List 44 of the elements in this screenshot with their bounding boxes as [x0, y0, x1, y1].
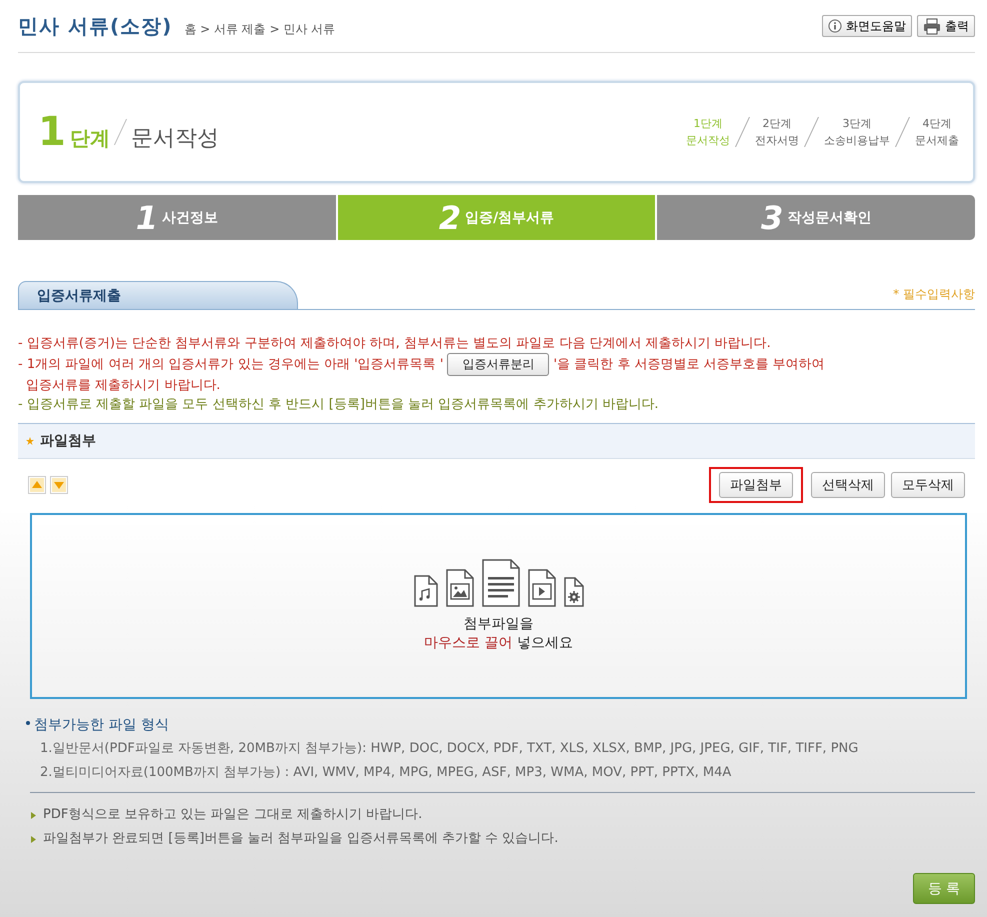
star-icon [26, 437, 34, 445]
move-down-icon [52, 478, 66, 492]
printer-icon [923, 18, 941, 34]
step-indicator: 4단계 문서제출 [915, 116, 959, 149]
arrow-icon [30, 834, 37, 844]
notice-text: - 입증서류로 제출할 파일을 모두 선택하신 후 반드시 [등록]버튼을 눌러 입증서류목록에 추가하시기 바랍니다. [18, 396, 660, 414]
bullet-icon [26, 721, 30, 725]
document-file-icon [482, 559, 520, 607]
delete-all-button[interactable]: 모두삭제 [891, 472, 965, 498]
attach-title: 파일첨부 [40, 432, 96, 450]
attach-file-button[interactable]: 파일첨부 [719, 472, 793, 498]
move-up-button[interactable] [28, 476, 46, 494]
arrow-icon [30, 810, 37, 820]
music-file-icon [414, 575, 438, 607]
move-up-icon [30, 478, 44, 492]
step-indicator: 3단계 소송비용납부 [824, 116, 890, 149]
step-indicator: 1단계 문서작성 [686, 116, 730, 149]
step-number: 1 [38, 109, 66, 155]
required-note: * 필수입력사항 [893, 286, 975, 303]
notice-text: 입증서류를 제출하시기 바랍니다. [25, 377, 220, 395]
move-down-button[interactable] [50, 476, 68, 494]
notice-text: - 1개의 파일에 여러 개의 입증서류가 있는 경우에는 아래 '입증서류목록 ' [18, 357, 444, 372]
note-text: 파일첨부가 완료되면 [등록]버튼을 눌러 첨부파일을 입증서류목록에 추가할 수 있습니다. [43, 830, 558, 848]
print-button[interactable]: 출력 [917, 15, 975, 37]
delete-selected-button[interactable]: 선택삭제 [811, 472, 885, 498]
step-name: 문서작성 [130, 125, 219, 153]
drop-zone[interactable]: 첨부파일을 마우스로 끌어 넣으세요 [30, 513, 967, 699]
formats-title: 첨부가능한 파일 형식 [34, 717, 169, 733]
page-title: 민사 서류(소장) [18, 12, 172, 40]
breadcrumb: 홈 > 서류 제출 > 민사 서류 [184, 20, 336, 38]
format-line: 1.일반문서(PDF파일로 자동변환, 20MB까지 첨부가능): HWP, DOC, DOCX, PDF, TXT, XLS, XLSX, BMP, JPG, JPEG, GIF, TIF, TIFF, PNG [39, 740, 860, 758]
format-line: 2.멀티미디어자료(100MB까지 첨부가능) : AVI, WMV, MP4, MPG, MPEG, ASF, MP3, WMA, MOV, PPT, PPTX, M4A [39, 764, 732, 782]
step-indicator: 2단계 전자서명 [755, 116, 799, 149]
notice-text: - 입증서류(증거)는 단순한 첨부서류와 구분하여 제출하여야 하며, 첨부서류는 별도의 파일로 다음 단계에서 제출하시기 바랍니다. [18, 335, 772, 353]
notice-text: '을 클릭한 후 서증명별로 서증부호를 부여하여 [553, 357, 825, 372]
drop-hint: 첨부파일을 마우스로 끌어 넣으세요 [424, 615, 573, 653]
note-text: PDF형식으로 보유하고 있는 파일은 그대로 제출하시기 바랍니다. [43, 806, 422, 824]
help-button[interactable]: 화면도움말 [822, 15, 912, 37]
step-unit: 단계 [70, 125, 110, 152]
video-file-icon [528, 569, 556, 607]
settings-file-icon [564, 577, 584, 607]
info-icon [828, 19, 842, 33]
split-evidence-button[interactable]: 입증서류분리 [447, 353, 550, 376]
image-file-icon [446, 569, 474, 607]
